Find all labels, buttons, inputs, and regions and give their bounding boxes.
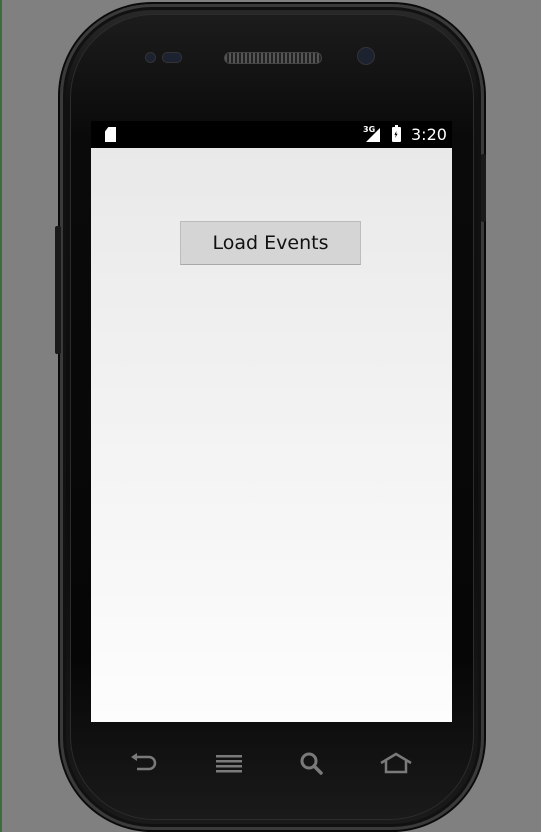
home-key[interactable] [378, 748, 414, 778]
front-camera [357, 47, 375, 65]
status-bar: 3G 3:20 [91, 121, 452, 148]
search-icon [300, 752, 323, 775]
menu-icon [216, 755, 242, 773]
menu-key[interactable] [211, 748, 247, 778]
signal-icon [366, 128, 380, 142]
emulator-window: 3G 3:20 Load Events [0, 0, 541, 832]
search-key[interactable] [294, 748, 330, 778]
battery-charging-icon [392, 125, 401, 142]
proximity-sensor [145, 52, 156, 63]
load-events-button[interactable]: Load Events [180, 221, 361, 265]
light-sensor [162, 52, 182, 63]
home-icon [380, 752, 412, 774]
status-clock: 3:20 [411, 125, 447, 144]
back-key[interactable] [126, 748, 162, 778]
power-button[interactable] [481, 154, 486, 222]
sd-card-icon [105, 127, 116, 142]
device-screen: 3G 3:20 Load Events [91, 121, 452, 722]
app-content: Load Events [91, 148, 452, 722]
earpiece-speaker [224, 52, 322, 64]
window-edge [0, 0, 2, 832]
volume-button[interactable] [55, 226, 61, 354]
back-icon [131, 753, 157, 771]
